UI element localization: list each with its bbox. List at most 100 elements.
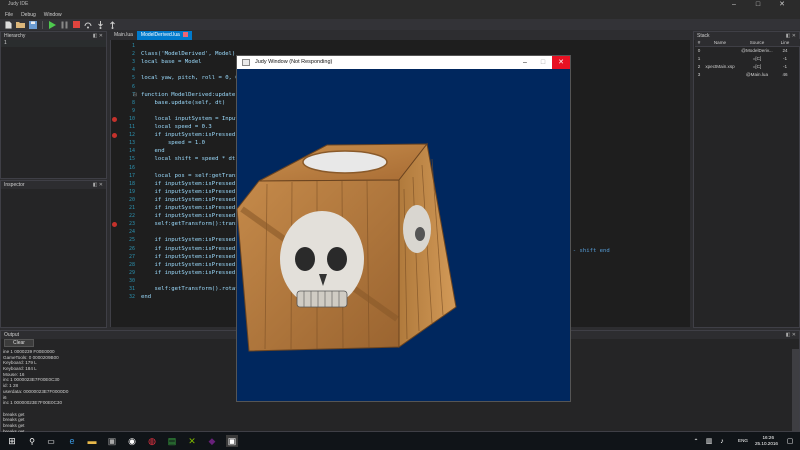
hierarchy-row[interactable]: 1 — [1, 40, 106, 47]
game-minimize-button[interactable]: – — [516, 56, 534, 69]
pause-icon[interactable] — [60, 20, 69, 29]
log-line: userdata: 00000023E7F0000D0 — [3, 388, 69, 394]
code-line: base.update(self, dt) — [141, 99, 226, 106]
breakpoint-icon[interactable] — [112, 116, 117, 122]
step-into-icon[interactable] — [96, 20, 105, 29]
hierarchy-title: Hierarchy — [4, 33, 26, 39]
stop-icon[interactable] — [72, 20, 81, 29]
line-number: 12 — [128, 132, 135, 139]
breakpoint-icon[interactable] — [112, 133, 117, 139]
tab-label: Main.lua — [114, 32, 133, 38]
code-line: speed = 1.0 — [141, 140, 205, 147]
open-folder-icon[interactable] — [16, 20, 25, 29]
table-row[interactable]: 2 xpectMain.xsp =[C] -1 — [695, 63, 800, 71]
window-icon — [242, 59, 250, 66]
line-number: 13 — [128, 140, 135, 147]
line-number: 18 — [128, 180, 135, 187]
game-window-titlebar[interactable]: Judy Window (Not Responding) – □ ✕ — [237, 56, 570, 69]
network-icon[interactable]: ▥ — [703, 435, 715, 447]
cell: 46 — [782, 72, 788, 77]
clock-date[interactable]: 25.10.2016 — [755, 441, 778, 446]
judy-ide-taskbar-icon[interactable]: ▣ — [226, 435, 238, 447]
inspector-panel: Inspector ◧ ✕ — [0, 180, 107, 328]
cell: 3 — [697, 72, 701, 77]
inspector-title: Inspector — [4, 182, 25, 188]
code-line: local pos = self:getTrans — [141, 172, 239, 179]
tab-modelderived-lua[interactable]: ModelDerived.lua — [136, 31, 193, 40]
search-icon[interactable]: ⚲ — [26, 435, 38, 447]
breakpoint-icon[interactable] — [112, 222, 117, 228]
stack-table-header: # Name Source Line — [695, 39, 800, 47]
game-maximize-button[interactable]: □ — [534, 56, 552, 69]
output-scrollbar[interactable] — [792, 349, 799, 431]
xbox-icon[interactable]: ✕ — [186, 435, 198, 447]
toolbar-divider — [42, 20, 43, 29]
cell: -1 — [782, 64, 788, 69]
code-line: self:getTransform().rotat — [141, 286, 239, 292]
menu-file[interactable]: File — [5, 12, 13, 18]
close-button[interactable]: ✕ — [770, 0, 794, 10]
menu-bar: File Debug Window — [0, 11, 800, 19]
step-out-icon[interactable] — [108, 20, 117, 29]
task-view-icon[interactable]: ▭ — [45, 435, 57, 447]
start-icon[interactable]: ⊞ — [6, 435, 18, 447]
code-line: if inputSystem:isPressed( — [141, 261, 239, 268]
table-row[interactable]: 0 @ModelDeriv... 24 — [695, 47, 800, 55]
table-row[interactable]: 1 =[C] -1 — [695, 55, 800, 63]
maximize-button[interactable]: □ — [746, 0, 770, 10]
tab-close-icon[interactable] — [183, 32, 189, 38]
code-line: self:getTransform():trans — [141, 221, 239, 228]
line-number: 22 — [128, 213, 135, 220]
game-close-button[interactable]: ✕ — [552, 56, 570, 69]
line-number: 28 — [128, 261, 135, 268]
explorer-icon[interactable]: ▬ — [86, 435, 98, 447]
new-file-icon[interactable] — [4, 20, 13, 29]
clear-button[interactable]: Clear — [4, 339, 34, 347]
volume-icon[interactable]: ♪ — [716, 435, 728, 447]
line-number: 30 — [128, 277, 135, 284]
crate-render — [237, 142, 457, 352]
line-number: 32 — [128, 294, 135, 301]
line-number: 5 — [131, 75, 135, 82]
line-number: 19 — [128, 188, 135, 195]
clock-time[interactable]: 16:26 — [763, 435, 775, 440]
tab-main-lua[interactable]: Main.lua — [110, 31, 137, 40]
front-skull-image — [280, 211, 364, 308]
line-number: 17 — [128, 172, 135, 179]
notepad-icon[interactable]: ▤ — [166, 435, 178, 447]
steam-icon[interactable]: ◉ — [126, 435, 138, 447]
visual-studio-icon[interactable]: ◆ — [206, 435, 218, 447]
line-number: 8 — [131, 99, 135, 106]
app-title: Judy IDE — [8, 1, 29, 7]
chrome-icon[interactable]: ◍ — [146, 435, 158, 447]
line-number: 31 — [128, 286, 135, 292]
language-indicator[interactable]: ENG — [738, 438, 748, 443]
code-line: if inputSystem:isPressed( — [141, 269, 239, 276]
game-window[interactable]: Judy Window (Not Responding) – □ ✕ — [236, 55, 571, 402]
code-line: if inputSystem:isPressed( — [141, 196, 239, 203]
panel-close-icon[interactable]: ◧ ✕ — [93, 32, 103, 40]
col-index: # — [697, 40, 701, 45]
edge-icon[interactable]: e — [66, 435, 78, 447]
code-line: local base = Model — [141, 59, 202, 66]
tray-up-icon[interactable]: ⌃ — [690, 435, 702, 447]
play-icon[interactable] — [48, 20, 57, 29]
code-line: local speed = 0.3 — [141, 124, 212, 130]
panel-close-icon[interactable]: ◧ ✕ — [786, 331, 796, 339]
panel-close-icon[interactable]: ◧ ✕ — [93, 181, 103, 189]
save-icon[interactable] — [28, 20, 37, 29]
menu-window[interactable]: Window — [44, 12, 62, 18]
fold-icon[interactable]: ⊟ — [133, 92, 137, 98]
menu-debug[interactable]: Debug — [21, 12, 36, 18]
line-number: 4 — [131, 67, 135, 74]
notifications-icon[interactable]: ▢ — [784, 435, 796, 447]
minimize-button[interactable]: – — [722, 0, 746, 10]
code-line: end — [141, 294, 152, 301]
line-number: 21 — [128, 205, 135, 211]
code-line: Class('ModelDerived', Model) — [141, 51, 236, 58]
ide-window: Judy IDE – □ ✕ File Debug Window Hierarc… — [0, 0, 800, 450]
store-icon[interactable]: ▣ — [106, 435, 118, 447]
step-over-icon[interactable] — [84, 20, 93, 29]
table-row[interactable]: 3 @Main.lua 46 — [695, 71, 800, 79]
line-number: 15 — [128, 156, 135, 163]
